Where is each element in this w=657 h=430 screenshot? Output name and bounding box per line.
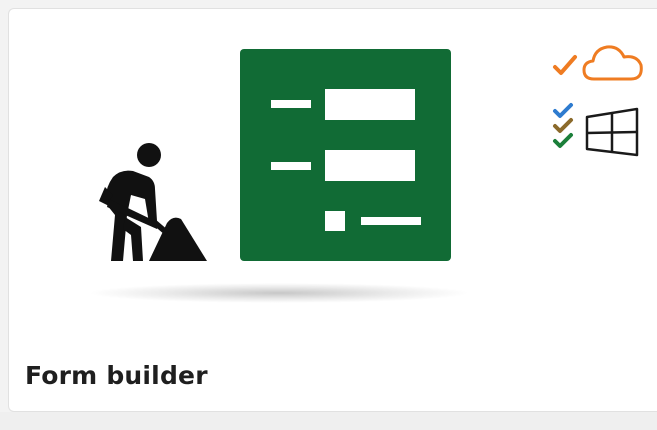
windows-check-icon bbox=[553, 103, 639, 157]
app-card[interactable]: Form builder bbox=[8, 8, 657, 412]
card-thumbnail bbox=[9, 9, 657, 339]
card-title[interactable]: Form builder bbox=[25, 361, 208, 390]
card-footer-strip bbox=[0, 412, 657, 430]
